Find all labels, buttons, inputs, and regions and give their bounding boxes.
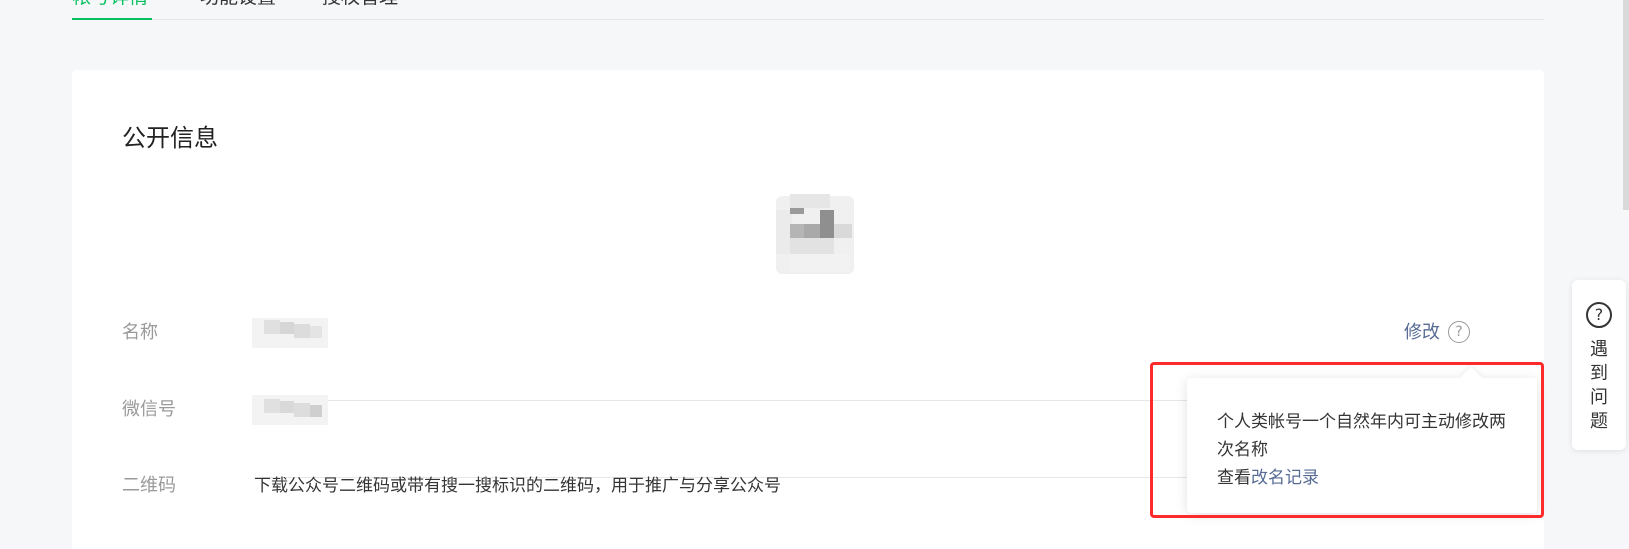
rename-limit-text: 个人类帐号一个自然年内可主动修改两次名称 — [1217, 412, 1506, 460]
qrcode-description: 下载公众号二维码或带有搜一搜标识的二维码，用于推广与分享公众号 — [254, 476, 781, 496]
tab-bar: 帐号详情 功能设置 授权管理 — [72, 0, 1544, 20]
help-widget[interactable]: ? 遇 到 问 题 — [1572, 280, 1626, 450]
tab-feature-settings[interactable]: 功能设置 — [200, 0, 276, 19]
rename-tooltip: 个人类帐号一个自然年内可主动修改两次名称 查看改名记录 — [1187, 366, 1537, 513]
name-value-redacted — [252, 318, 328, 348]
account-settings-page: 帐号详情 功能设置 授权管理 公开信息 — [0, 0, 1629, 549]
page-scrollbar[interactable] — [1623, 0, 1629, 210]
help-widget-label: 遇 到 问 题 — [1590, 339, 1608, 432]
rename-history-link[interactable]: 改名记录 — [1251, 468, 1319, 488]
qrcode-label: 二维码 — [122, 475, 176, 496]
rename-history-line: 查看改名记录 — [1217, 468, 1319, 488]
edit-name-link[interactable]: 修改 — [1404, 322, 1440, 344]
avatar[interactable] — [760, 180, 870, 290]
help-icon[interactable]: ? — [1448, 321, 1470, 343]
wechat-id-value-redacted — [252, 395, 328, 425]
question-circle-icon: ? — [1586, 302, 1612, 328]
section-title: 公开信息 — [122, 124, 218, 152]
name-label: 名称 — [122, 322, 158, 343]
tab-authorization[interactable]: 授权管理 — [322, 0, 398, 19]
tooltip-content: 个人类帐号一个自然年内可主动修改两次名称 查看改名记录 — [1217, 408, 1517, 492]
tab-account-details[interactable]: 帐号详情 — [72, 0, 152, 20]
wechat-id-label: 微信号 — [122, 399, 176, 420]
active-tab-underline — [72, 18, 152, 20]
